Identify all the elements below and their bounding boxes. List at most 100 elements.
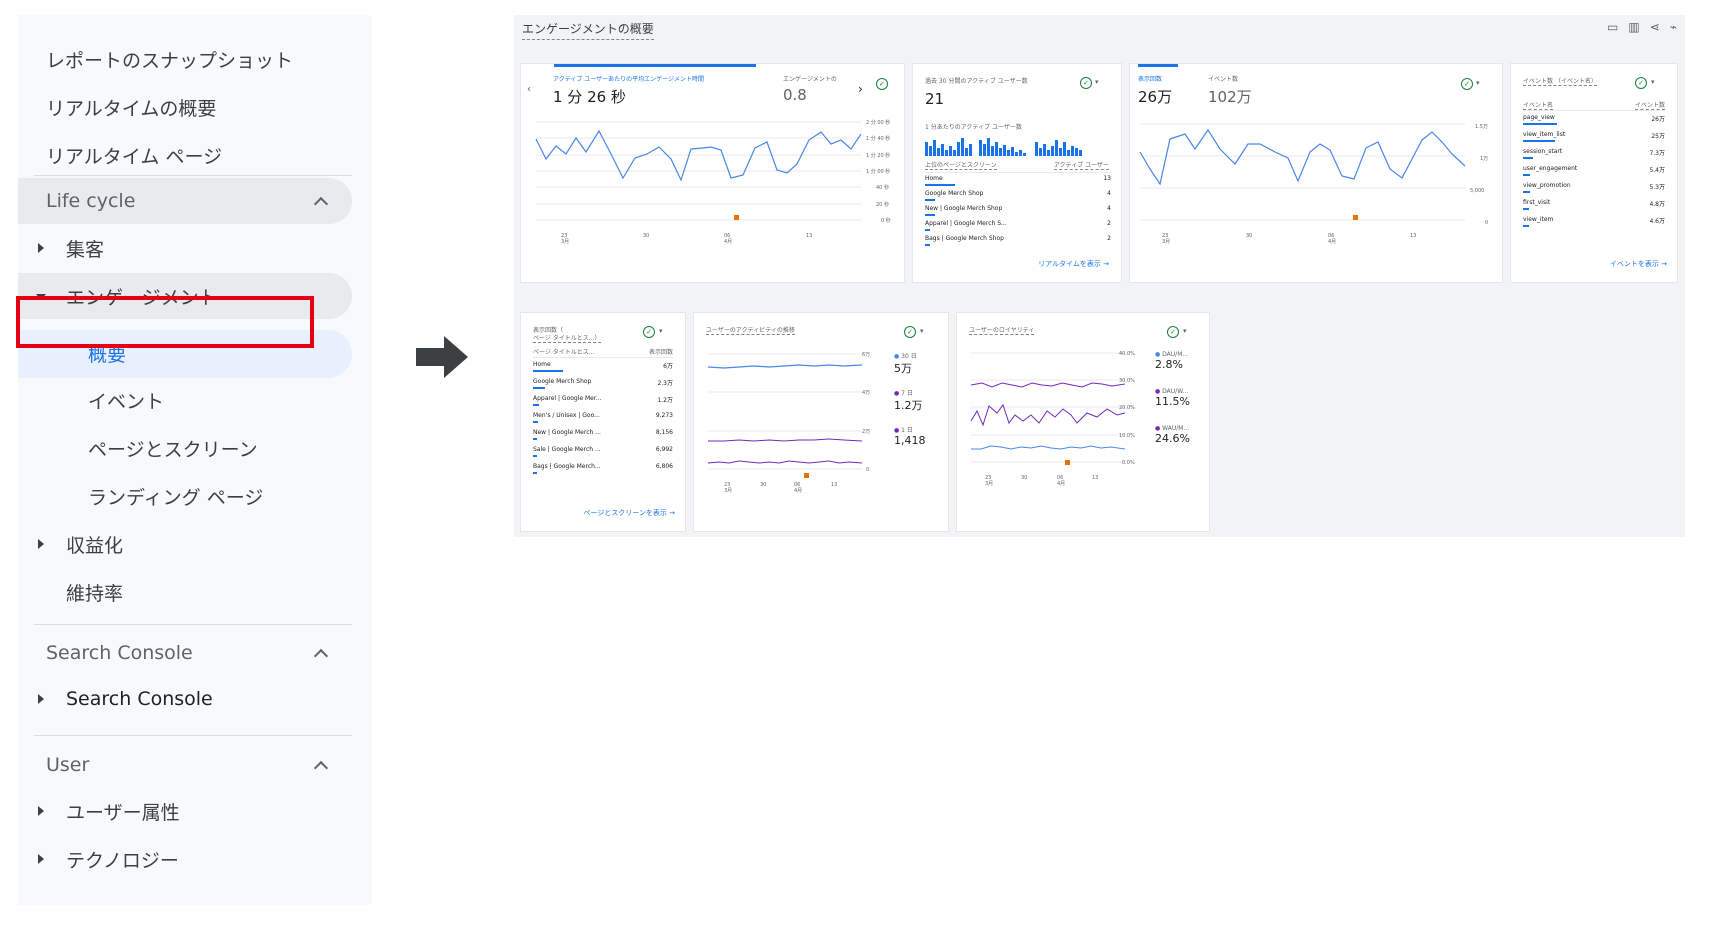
nav-report-snapshot[interactable]: レポートのスナップショット	[18, 37, 293, 81]
lifecycle-section-header[interactable]: Life cycle	[18, 177, 352, 225]
nav-label: 収益化	[66, 534, 124, 557]
y-tick: 1万	[1480, 156, 1488, 162]
row-value: 6,992	[655, 446, 673, 453]
row-bar	[533, 404, 539, 406]
row-name: Home	[925, 175, 943, 182]
nav-events[interactable]: イベント	[18, 378, 164, 422]
y-tick: 40.0%	[1119, 351, 1135, 357]
nav-monetization[interactable]: 収益化	[18, 522, 123, 566]
x-tick-month: 3月	[561, 239, 569, 245]
y-tick: 4万	[862, 390, 870, 396]
status-check-icon: ✓	[643, 326, 655, 338]
y-tick: 20 秒	[876, 201, 889, 208]
column-header: ページ タイトルとス...	[533, 349, 595, 356]
report-nav-sidebar: レポートのスナップショット リアルタイムの概要 リアルタイム ページ Life …	[18, 15, 372, 905]
y-tick: 1 分 40 秒	[866, 135, 890, 142]
row-bar	[1523, 191, 1530, 193]
y-tick: 10.0%	[1119, 433, 1135, 439]
row-name: Bags | Google Merch...	[533, 463, 601, 470]
dropdown-caret-icon[interactable]: ▾	[1476, 79, 1480, 87]
y-tick: 20.0%	[1119, 405, 1135, 411]
table-row: page_view 26万	[1523, 114, 1665, 123]
row-bar	[1523, 225, 1529, 227]
expand-arrow-icon	[36, 539, 46, 549]
nav-landing-page[interactable]: ランディング ページ	[18, 474, 263, 518]
row-value: 4	[1107, 205, 1111, 212]
expand-arrow-icon	[36, 243, 46, 253]
legend-item: ● DAU/W... 11.5%	[1155, 388, 1190, 408]
metric-label: イベント数	[1208, 76, 1239, 83]
row-value: 2.3万	[657, 380, 673, 387]
chevron-left-icon[interactable]: ‹	[527, 84, 531, 95]
comment-icon[interactable]: ▭	[1607, 20, 1618, 34]
row-value: 5.3万	[1649, 184, 1665, 191]
row-name: Google Merch Shop	[925, 190, 984, 197]
y-tick: 6万	[862, 352, 870, 358]
table-row: Apparel | Google Merch S... 2	[925, 220, 1111, 227]
search-console-section-header[interactable]: Search Console	[18, 629, 352, 677]
row-value: 8,156	[655, 429, 673, 436]
nav-retention[interactable]: 維持率	[18, 570, 123, 614]
nav-demographics[interactable]: ユーザー属性	[18, 789, 180, 833]
card-user-loyalty: ユーザーのロイヤリティ ✓ ▾ 40.0% 30.0% 20.0% 10.0% …	[957, 313, 1209, 531]
x-tick: 30	[1021, 475, 1027, 481]
chevron-right-icon[interactable]: ›	[858, 82, 863, 96]
x-tick: 13	[831, 482, 837, 488]
dropdown-caret-icon[interactable]: ▾	[659, 327, 663, 335]
x-tick: 30	[643, 233, 649, 239]
row-bar	[1523, 157, 1533, 159]
legend-label: DAU/M...	[1162, 351, 1189, 358]
dropdown-caret-icon[interactable]: ▾	[1095, 78, 1099, 86]
row-value: 6,806	[655, 463, 673, 470]
nav-pages-screens[interactable]: ページとスクリーン	[18, 426, 258, 470]
dropdown-caret-icon[interactable]: ▾	[1183, 327, 1187, 335]
card-title: イベント数 （イベント名）	[1523, 78, 1597, 86]
view-realtime-link[interactable]: リアルタイムを表示 →	[1038, 259, 1109, 269]
legend-value: 24.6%	[1155, 432, 1190, 445]
insights-icon[interactable]: ⌁	[1670, 20, 1677, 34]
row-value: 5.4万	[1649, 167, 1665, 174]
selected-metric-bar	[1138, 64, 1178, 67]
legend-label: 7 日	[901, 390, 913, 397]
row-name: Home	[533, 361, 551, 368]
card-views-events: 表示回数 26万 イベント数 102万 ✓ ▾ 1.5万 1万 5,000 0 …	[1130, 64, 1502, 282]
y-tick: 40 秒	[876, 184, 889, 191]
nav-realtime-pages[interactable]: リアルタイム ページ	[18, 133, 222, 177]
divider	[1523, 110, 1665, 111]
nav-search-console[interactable]: Search Console	[18, 677, 213, 721]
y-tick: 1.5万	[1475, 124, 1488, 130]
right-arrow-icon	[416, 336, 468, 378]
bar-chart	[925, 138, 1082, 156]
nav-realtime-overview[interactable]: リアルタイムの概要	[18, 85, 216, 129]
nav-label: イベント	[88, 390, 165, 413]
row-value: 13	[1103, 175, 1111, 182]
card-title: 過去 30 分間のアクティブ ユーザー数	[925, 78, 1028, 85]
row-name: page_view	[1523, 114, 1555, 121]
anomaly-marker	[804, 473, 809, 478]
divider	[925, 172, 1111, 173]
row-name: first_visit	[1523, 199, 1551, 206]
line-chart: 1.5万 1万 5,000 0 23 3月 30 06 4月 13	[1139, 123, 1488, 245]
nav-label: テクノロジー	[66, 849, 179, 872]
nav-technology[interactable]: テクノロジー	[18, 837, 179, 881]
nav-acquisition[interactable]: 集客	[18, 226, 104, 270]
x-tick-month: 4月	[794, 488, 802, 494]
dropdown-caret-icon[interactable]: ▾	[920, 327, 924, 335]
metric-value: 1 分 26 秒	[553, 88, 626, 106]
nav-label: Search Console	[66, 688, 213, 710]
view-pages-link[interactable]: ページとスクリーンを表示 →	[583, 508, 675, 518]
chevron-up-icon[interactable]	[312, 645, 328, 661]
chevron-up-icon[interactable]	[312, 193, 328, 209]
share-icon[interactable]: ⋖	[1650, 20, 1660, 34]
dropdown-caret-icon[interactable]: ▾	[1651, 78, 1655, 86]
view-events-link[interactable]: イベントを表示 →	[1610, 259, 1667, 269]
divider	[34, 735, 352, 736]
column-header: 上位のページとスクリーン	[925, 162, 997, 170]
chevron-up-icon[interactable]	[312, 757, 328, 773]
y-tick: 2万	[862, 429, 870, 435]
user-section-header[interactable]: User	[18, 741, 352, 789]
status-check-icon: ✓	[1635, 77, 1647, 89]
row-value: 4.8万	[1649, 201, 1665, 208]
compare-icon[interactable]: ▥	[1628, 20, 1639, 34]
card-title: ユーザーのアクティビティの推移	[706, 327, 795, 335]
